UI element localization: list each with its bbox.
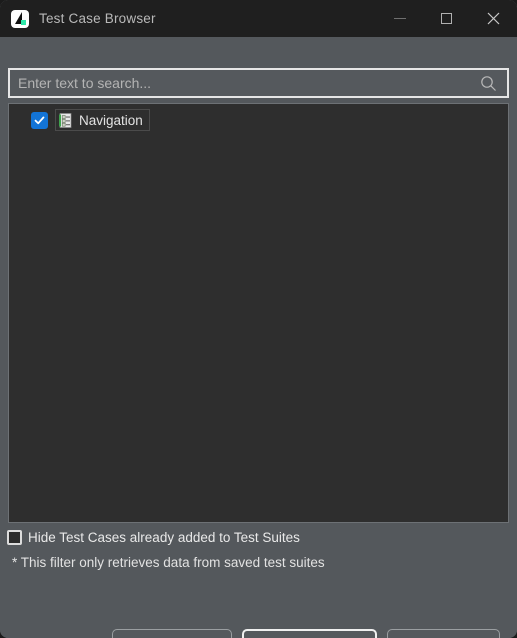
- search-field[interactable]: [8, 68, 509, 98]
- hide-added-test-cases-row[interactable]: Hide Test Cases already added to Test Su…: [7, 530, 300, 545]
- tree-item-label: Navigation: [79, 112, 143, 128]
- cancel-button[interactable]: Cancel: [387, 629, 500, 638]
- window-controls: [376, 0, 517, 37]
- close-button[interactable]: [470, 0, 517, 37]
- ok-button[interactable]: OK: [242, 629, 377, 638]
- dialog-body: Navigation Hide Test Cases already added…: [0, 37, 517, 638]
- minimize-button[interactable]: [376, 0, 423, 37]
- hide-added-test-cases-label: Hide Test Cases already added to Test Su…: [28, 530, 300, 545]
- close-icon: [487, 12, 500, 25]
- maximize-button[interactable]: [423, 0, 470, 37]
- minimize-icon: [393, 18, 406, 19]
- search-input[interactable]: [10, 70, 475, 96]
- window-title: Test Case Browser: [39, 11, 156, 26]
- title-bar: Test Case Browser: [0, 0, 517, 37]
- dialog-button-bar: Add & Continue OK Cancel: [0, 628, 517, 638]
- test-suite-icon: [59, 112, 72, 128]
- check-icon: [34, 116, 45, 124]
- add-and-continue-button[interactable]: Add & Continue: [112, 629, 232, 638]
- katalon-app-icon: [11, 9, 29, 28]
- app-icon-accent-dot: [21, 19, 26, 25]
- tree-item-checkbox[interactable]: [31, 111, 48, 129]
- tree-item-navigation[interactable]: Navigation: [9, 108, 508, 132]
- maximize-icon: [441, 13, 452, 24]
- test-case-browser-dialog: Test Case Browser Enter text to search..…: [0, 0, 517, 638]
- filter-note: * This filter only retrieves data from s…: [12, 555, 325, 570]
- tree-item-selection-box[interactable]: Navigation: [55, 109, 150, 131]
- hide-added-test-cases-checkbox[interactable]: [7, 530, 22, 545]
- search-icon[interactable]: [475, 75, 501, 92]
- test-case-tree-panel[interactable]: Navigation: [8, 103, 509, 523]
